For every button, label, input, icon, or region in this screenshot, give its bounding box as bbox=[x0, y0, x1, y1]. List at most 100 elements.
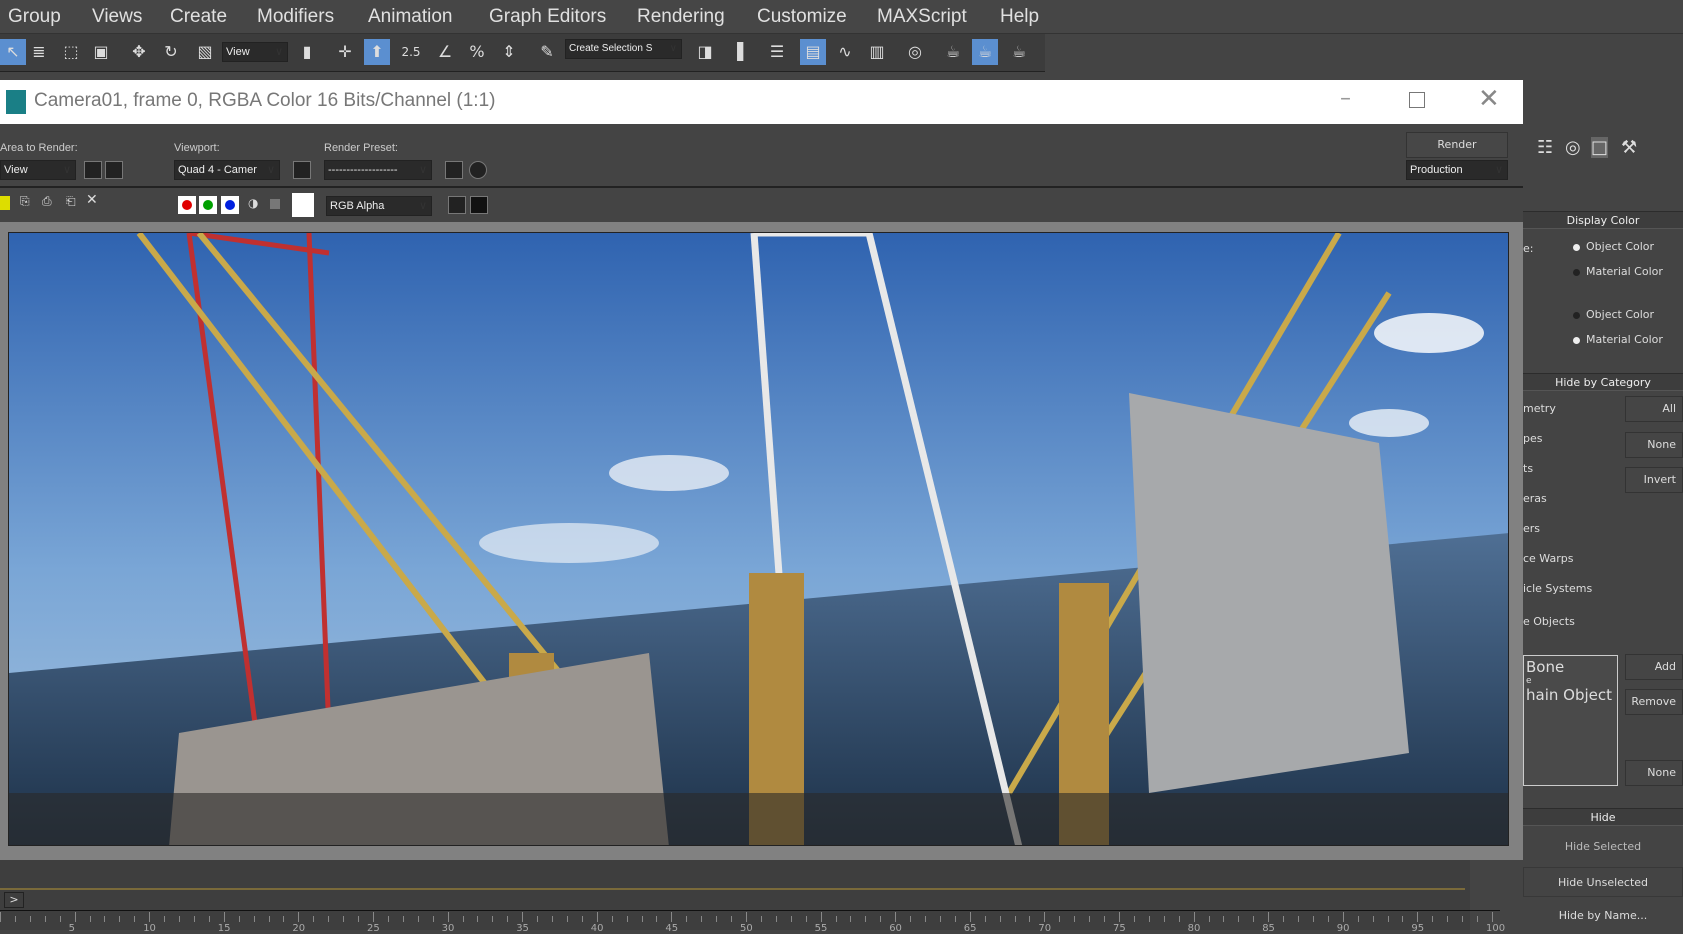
color-swatch[interactable] bbox=[292, 193, 314, 217]
render-setup-icon[interactable] bbox=[445, 161, 463, 179]
display-color-header[interactable]: Display Color bbox=[1523, 211, 1683, 229]
motion-tab-icon[interactable]: ◎ bbox=[1565, 137, 1581, 158]
list-item[interactable]: Bone bbox=[1524, 656, 1617, 676]
hide-selected-button[interactable]: Hide Selected bbox=[1523, 832, 1683, 862]
angle-snap-icon[interactable]: ∠ bbox=[432, 39, 458, 65]
menu-animation[interactable]: Animation bbox=[368, 6, 453, 28]
monochrome-icon[interactable] bbox=[270, 199, 280, 209]
clone-icon[interactable]: ⎘ bbox=[20, 194, 30, 209]
radio-object-color-2[interactable]: Object Color bbox=[1573, 308, 1654, 321]
track-bar[interactable]: 5 10 15 20 25 30 35 40 45 50 55 60 65 70 75 80 85 90 95 100 bbox=[0, 910, 1505, 934]
close-button[interactable]: ✕ bbox=[1478, 84, 1500, 114]
radio-material-color-2[interactable]: Material Color bbox=[1573, 333, 1663, 346]
category-geometry[interactable]: metry bbox=[1523, 402, 1556, 415]
hide-unselected-button[interactable]: Hide Unselected bbox=[1523, 867, 1683, 897]
category-particle-systems[interactable]: icle Systems bbox=[1523, 582, 1592, 595]
green-channel-toggle[interactable] bbox=[199, 196, 217, 214]
pivot-icon[interactable]: ▮ bbox=[294, 39, 320, 65]
align-icon[interactable]: ▐ bbox=[724, 39, 750, 65]
print-icon[interactable]: ⎙ bbox=[42, 194, 52, 209]
remove-button[interactable]: Remove bbox=[1625, 689, 1683, 715]
environment-icon[interactable] bbox=[469, 161, 487, 179]
add-button[interactable]: Add bbox=[1625, 654, 1683, 680]
list-item[interactable]: e bbox=[1524, 676, 1617, 686]
toggle-ui-overlay-icon[interactable] bbox=[448, 196, 466, 214]
timeline[interactable]: > 5 10 15 20 25 30 35 40 45 50 55 60 65 70 75 80 85 90 95 1… bbox=[0, 860, 1505, 934]
hide-header[interactable]: Hide bbox=[1523, 808, 1683, 826]
none-list-button[interactable]: None bbox=[1625, 760, 1683, 786]
percent-snap-icon[interactable]: % bbox=[464, 39, 490, 65]
render-production-icon[interactable]: ☕ bbox=[1006, 39, 1032, 65]
category-space-warps[interactable]: ce Warps bbox=[1523, 552, 1573, 565]
production-dropdown[interactable]: Production bbox=[1406, 160, 1508, 180]
radio-object-color-1[interactable]: Object Color bbox=[1573, 240, 1654, 253]
mirror-icon[interactable]: ◨ bbox=[692, 39, 718, 65]
spinner-snap-icon[interactable]: ⇕ bbox=[496, 39, 522, 65]
material-editor-icon[interactable]: ◎ bbox=[902, 39, 928, 65]
blue-channel-toggle[interactable] bbox=[221, 196, 239, 214]
all-button[interactable]: All bbox=[1625, 396, 1683, 422]
menu-rendering[interactable]: Rendering bbox=[637, 6, 725, 28]
channel-display-dropdown[interactable]: RGB Alpha bbox=[326, 196, 432, 216]
select-object-icon[interactable]: ↖ bbox=[0, 39, 26, 65]
select-manipulate-icon[interactable]: ✛ bbox=[332, 39, 358, 65]
clear-icon[interactable]: ✕ bbox=[86, 192, 98, 208]
display-tab-icon[interactable]: □ bbox=[1591, 137, 1609, 158]
none-button[interactable]: None bbox=[1625, 432, 1683, 458]
menu-maxscript[interactable]: MAXScript bbox=[877, 6, 967, 28]
menu-modifiers[interactable]: Modifiers bbox=[257, 6, 334, 28]
red-channel-toggle[interactable] bbox=[178, 196, 196, 214]
hide-by-name-button[interactable]: Hide by Name... bbox=[1523, 902, 1683, 930]
timeline-tick bbox=[1298, 916, 1300, 922]
rendered-frame-window-icon[interactable]: ☕ bbox=[972, 39, 998, 65]
edit-region-icon[interactable] bbox=[84, 161, 102, 179]
named-selection-dropdown[interactable]: Create Selection S bbox=[565, 39, 682, 59]
area-to-render-dropdown[interactable]: View bbox=[0, 160, 76, 180]
auto-region-icon[interactable] bbox=[105, 161, 123, 179]
menu-group[interactable]: Group bbox=[8, 6, 61, 28]
select-by-name-icon[interactable]: ≣ bbox=[26, 39, 52, 65]
category-cameras[interactable]: eras bbox=[1523, 492, 1547, 505]
category-bone-objects[interactable]: e Objects bbox=[1523, 615, 1575, 628]
maximize-button[interactable] bbox=[1409, 92, 1425, 108]
utilities-tab-icon[interactable]: ⚒ bbox=[1621, 137, 1637, 158]
layer-explorer-icon[interactable]: ☰ bbox=[764, 39, 790, 65]
move-icon[interactable]: ✥ bbox=[126, 39, 152, 65]
toggle-ui-icon[interactable] bbox=[470, 196, 488, 214]
hide-by-category-header[interactable]: Hide by Category bbox=[1523, 373, 1683, 391]
curve-editor-icon[interactable]: ∿ bbox=[832, 39, 858, 65]
window-crossing-icon[interactable]: ▣ bbox=[88, 39, 114, 65]
render-setup-icon[interactable]: ☕ bbox=[940, 39, 966, 65]
schematic-view-icon[interactable]: ▥ bbox=[864, 39, 890, 65]
copy-icon[interactable]: ⎗ bbox=[66, 194, 76, 209]
render-button[interactable]: Render bbox=[1406, 132, 1508, 158]
time-slider-next[interactable]: > bbox=[4, 892, 24, 908]
menu-create[interactable]: Create bbox=[170, 6, 227, 28]
render-preset-dropdown[interactable]: ------------------- bbox=[324, 160, 432, 180]
scale-icon[interactable]: ▧ bbox=[192, 39, 218, 65]
reference-coord-dropdown[interactable]: View bbox=[222, 42, 288, 62]
lock-icon[interactable] bbox=[293, 161, 311, 179]
category-helpers[interactable]: ers bbox=[1523, 522, 1540, 535]
radio-material-color-1[interactable]: Material Color bbox=[1573, 265, 1663, 278]
save-image-icon[interactable] bbox=[0, 196, 10, 210]
menu-customize[interactable]: Customize bbox=[757, 6, 847, 28]
keyboard-shortcut-icon[interactable]: ⬆ bbox=[364, 39, 390, 65]
list-item[interactable]: hain Object bbox=[1524, 686, 1617, 704]
category-listbox[interactable]: Bone e hain Object bbox=[1523, 655, 1618, 786]
edit-named-selection-icon[interactable]: ✎ bbox=[534, 39, 560, 65]
hierarchy-tab-icon[interactable]: ☷ bbox=[1537, 137, 1553, 158]
viewport-dropdown[interactable]: Quad 4 - Camer bbox=[174, 160, 280, 180]
category-lights[interactable]: ts bbox=[1523, 462, 1533, 475]
invert-button[interactable]: Invert bbox=[1625, 467, 1683, 493]
snap-toggle-icon[interactable]: 2.5 bbox=[398, 39, 424, 65]
scene-explorer-icon[interactable]: ▤ bbox=[800, 39, 826, 65]
alpha-toggle-icon[interactable]: ◑ bbox=[248, 196, 258, 210]
rect-selection-icon[interactable]: ⬚ bbox=[58, 39, 84, 65]
menu-views[interactable]: Views bbox=[92, 6, 142, 28]
menu-graph-editors[interactable]: Graph Editors bbox=[489, 6, 606, 28]
minimize-button[interactable]: – bbox=[1340, 86, 1351, 111]
rotate-icon[interactable]: ↻ bbox=[158, 39, 184, 65]
menu-help[interactable]: Help bbox=[1000, 6, 1039, 28]
category-shapes[interactable]: pes bbox=[1523, 432, 1542, 445]
